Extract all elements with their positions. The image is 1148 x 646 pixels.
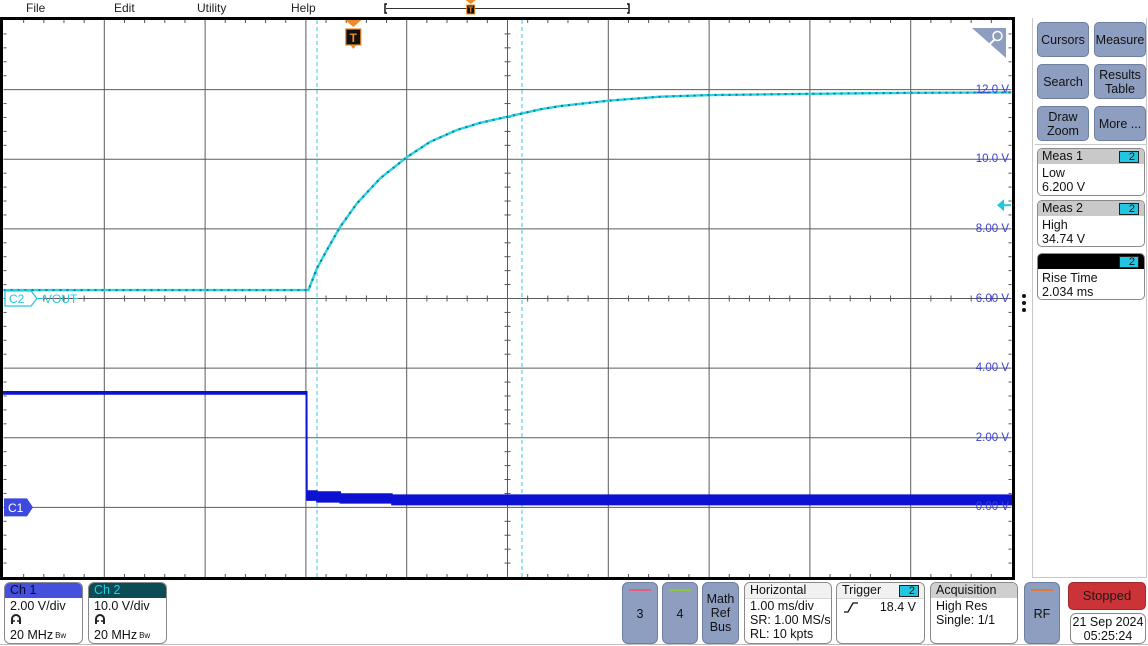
source-badge: 2 (1119, 256, 1139, 268)
horizontal-header: Horizontal (745, 583, 831, 599)
trigger-position-marker[interactable]: T (345, 20, 362, 49)
y-tick-label: 10.0 V (975, 153, 1009, 166)
graticule (3, 20, 1012, 577)
horizontal-badge[interactable]: Horizontal 1.00 ms/div SR: 1.00 MS/s RL:… (744, 582, 832, 644)
measurement-type: Low (1042, 166, 1065, 180)
probe-icon (5, 613, 82, 628)
cursors-button[interactable]: Cursors (1037, 22, 1089, 57)
results-table-button[interactable]: Results Table (1094, 64, 1146, 99)
acquisition-badge[interactable]: Acquisition High Res Single: 1/1 (930, 582, 1018, 644)
measurement-value: 6.200 V (1042, 180, 1086, 194)
trigger-level: 18.4 V (879, 600, 916, 614)
measurement-value: 2.034 ms (1042, 285, 1094, 299)
ch2-bandwidth-value: 20 MHz (94, 628, 138, 642)
trigger-badge[interactable]: Trigger 2 18.4 V (836, 582, 925, 644)
bandwidth-limit-icon: Bw (55, 631, 67, 640)
ch2-position-marker[interactable]: C2 VOUT (4, 290, 78, 307)
source-badge: 2 (1119, 203, 1139, 215)
bottom-divider (0, 644, 1148, 645)
ch3-label: 3 (636, 607, 644, 621)
measurement-header: Meas 1 2 (1038, 149, 1144, 164)
measurement-value: 34.74 V (1042, 232, 1086, 246)
y-tick-label: 12.0 V (975, 83, 1009, 96)
more-button[interactable]: More ... (1094, 106, 1146, 141)
ch2-bandwidth: 20 MHz Bw (89, 628, 166, 643)
measurement-type: High (1042, 218, 1068, 232)
ch1-bandwidth-value: 20 MHz (10, 628, 54, 642)
trigger-marker-label: T (350, 31, 358, 45)
add-ch3-button[interactable]: 3 (622, 582, 658, 644)
date-label: 21 Sep 2024 (1072, 615, 1144, 629)
trigger-header: Trigger 2 (837, 583, 924, 599)
ch1-marker-label: C1 (8, 501, 24, 515)
measure-button[interactable]: Measure (1094, 22, 1146, 57)
rf-button[interactable]: RF (1024, 582, 1060, 644)
add-ch4-button[interactable]: 4 (662, 582, 698, 644)
record-length: RL: 10 kpts (750, 627, 814, 641)
record-trigger-label: T (468, 6, 473, 15)
math-ref-bus-label: Math Ref Bus (706, 592, 735, 634)
trigger-source-badge: 2 (899, 585, 919, 597)
ch1-badge[interactable]: Ch 1 2.00 V/div 20 MHz Bw (4, 582, 83, 644)
measurement-badge-3[interactable]: 2 Rise Time 2.034 ms (1037, 253, 1145, 300)
measurement-header: Meas 2 2 (1038, 201, 1144, 216)
horizontal-scale: 1.00 ms/div (750, 599, 814, 613)
trigger-title: Trigger (842, 583, 882, 597)
acquisition-header: Acquisition (931, 583, 1017, 598)
ch1-bandwidth: 20 MHz Bw (5, 628, 82, 643)
ch2-badge[interactable]: Ch 2 10.0 V/div 20 MHz Bw (88, 582, 167, 644)
sample-rate: SR: 1.00 MS/s (750, 613, 831, 627)
measurement-type: Rise Time (1042, 271, 1098, 285)
y-tick-label: 2.00 V (975, 431, 1009, 444)
measurement-title: Meas 1 (1042, 149, 1083, 163)
draw-zoom-button[interactable]: Draw Zoom (1037, 106, 1089, 141)
panel-divider (1035, 144, 1146, 145)
rf-label: RF (1033, 607, 1051, 621)
acquisition-mode: High Res (936, 599, 988, 613)
ch2-marker-label: C2 (9, 292, 25, 306)
time-label: 05:25:24 (1083, 629, 1133, 643)
run-stop-status[interactable]: Stopped (1068, 582, 1146, 610)
measurement-badge-1[interactable]: Meas 1 2 Low 6.200 V (1037, 148, 1145, 196)
measurement-header: 2 (1038, 254, 1144, 269)
ch4-color-stripe (669, 589, 691, 591)
record-view-bar[interactable]: T (384, 0, 630, 15)
trigger-arrow-icon (345, 20, 362, 27)
ch4-label: 4 (676, 607, 684, 621)
probe-icon (89, 613, 166, 628)
ch2-scale: 10.0 V/div (94, 599, 150, 613)
acquisition-count: Single: 1/1 (936, 613, 996, 627)
measurement-badge-2[interactable]: Meas 2 2 High 34.74 V (1037, 200, 1145, 247)
waveform-plot[interactable]: T T C2 VOUT C1 (0, 0, 1032, 582)
rising-edge-icon (844, 602, 858, 613)
trigger-pointer-icon (350, 45, 357, 49)
bandwidth-limit-icon: Bw (139, 631, 151, 640)
trigger-settings: 18.4 V (837, 599, 924, 615)
search-button[interactable]: Search (1037, 64, 1089, 99)
ch2-name-label: VOUT (44, 292, 78, 306)
magnifier-icon[interactable] (972, 28, 1006, 58)
ch2-badge-header: Ch 2 (89, 583, 166, 598)
y-tick-label: 6.00 V (975, 292, 1009, 305)
record-trigger-marker[interactable]: T (465, 0, 476, 15)
trigger-arrow-icon (465, 0, 476, 4)
vertical-ellipsis-icon[interactable] (1022, 294, 1026, 312)
ch1-badge-header: Ch 1 (5, 583, 82, 598)
ch3-color-stripe (629, 589, 651, 591)
source-badge: 2 (1119, 151, 1139, 163)
y-tick-label: 8.00 V (975, 222, 1009, 235)
rf-color-stripe (1031, 589, 1053, 591)
y-tick-label: 0.00 V (975, 501, 1009, 514)
ch1-position-marker[interactable]: C1 (4, 498, 33, 517)
y-tick-label: 4.00 V (975, 362, 1009, 375)
ch1-scale: 2.00 V/div (10, 599, 66, 613)
math-ref-bus-button[interactable]: Math Ref Bus (702, 582, 739, 644)
date-time-display: 21 Sep 2024 05:25:24 (1070, 613, 1146, 644)
measurement-title: Meas 2 (1042, 201, 1083, 215)
